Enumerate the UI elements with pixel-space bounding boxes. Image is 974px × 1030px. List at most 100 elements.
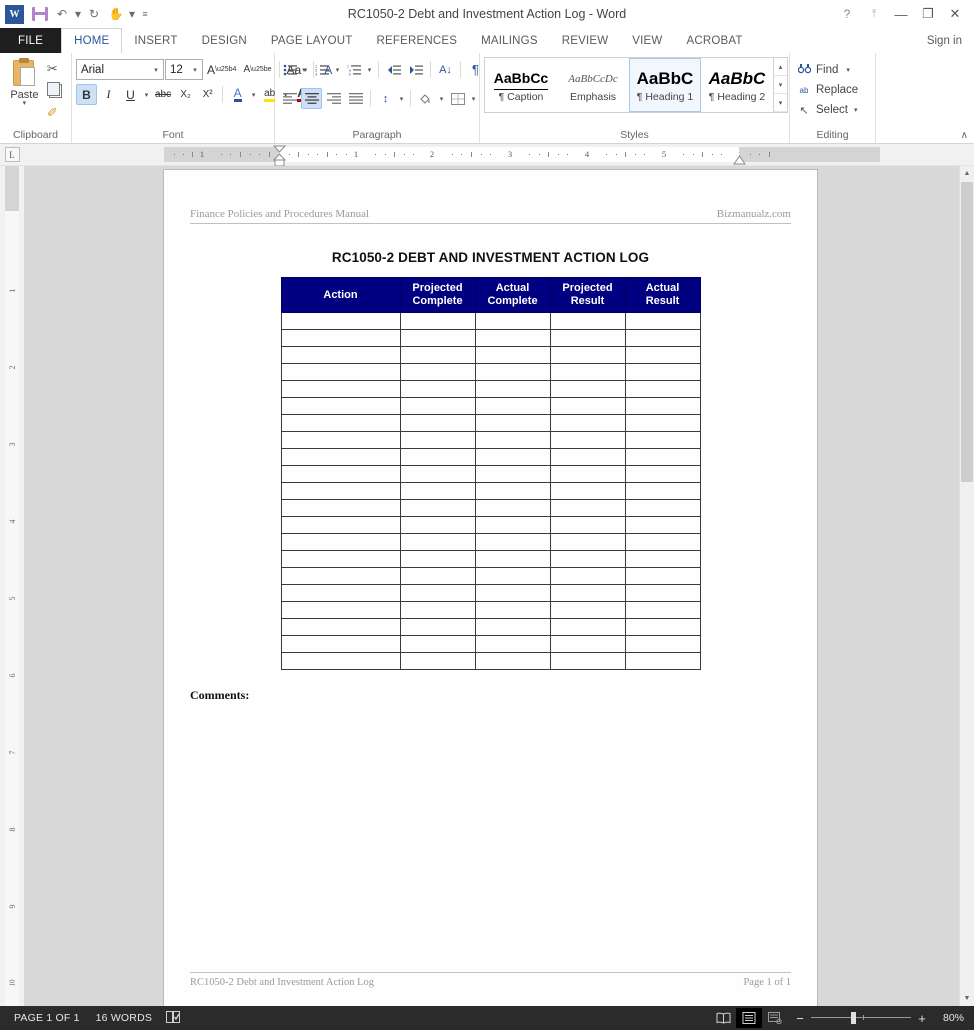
- tab-references[interactable]: REFERENCES: [365, 28, 470, 53]
- tab-mailings[interactable]: MAILINGS: [469, 28, 550, 53]
- copy-button[interactable]: [47, 82, 65, 99]
- bullets-caret-icon[interactable]: ▾: [301, 66, 310, 74]
- table-cell[interactable]: [549, 533, 626, 551]
- table-cell[interactable]: [399, 618, 476, 636]
- table-cell[interactable]: [549, 312, 626, 330]
- table-cell[interactable]: [474, 499, 551, 517]
- table-cell[interactable]: [474, 448, 551, 466]
- shading-button[interactable]: [415, 88, 436, 109]
- table-cell[interactable]: [280, 499, 401, 517]
- table-cell[interactable]: [399, 516, 476, 534]
- tab-view[interactable]: VIEW: [620, 28, 674, 53]
- sign-in-link[interactable]: Sign in: [927, 28, 974, 53]
- table-cell[interactable]: [399, 550, 476, 568]
- table-row[interactable]: [280, 635, 701, 653]
- table-cell[interactable]: [399, 431, 476, 449]
- table-cell[interactable]: [474, 380, 551, 398]
- table-cell[interactable]: [280, 550, 401, 568]
- table-cell[interactable]: [399, 414, 476, 432]
- numbering-caret-icon[interactable]: ▾: [333, 66, 342, 74]
- increase-indent-button[interactable]: [405, 59, 426, 80]
- table-row[interactable]: [280, 465, 701, 483]
- table-cell[interactable]: [624, 329, 701, 347]
- table-cell[interactable]: [280, 431, 401, 449]
- table-cell[interactable]: [549, 448, 626, 466]
- style-emphasis[interactable]: AaBbCcDc Emphasis: [557, 58, 629, 112]
- table-cell[interactable]: [280, 397, 401, 415]
- table-cell[interactable]: [399, 397, 476, 415]
- table-body[interactable]: [280, 312, 701, 670]
- document-canvas[interactable]: Finance Policies and Procedures Manual B…: [24, 166, 959, 1006]
- table-cell[interactable]: [280, 346, 401, 364]
- table-cell[interactable]: [399, 652, 476, 670]
- table-cell[interactable]: [399, 380, 476, 398]
- table-cell[interactable]: [549, 329, 626, 347]
- table-row[interactable]: [280, 584, 701, 602]
- print-layout-button[interactable]: [736, 1008, 762, 1028]
- table-cell[interactable]: [549, 618, 626, 636]
- table-cell[interactable]: [624, 635, 701, 653]
- multilevel-caret-icon[interactable]: ▾: [365, 66, 374, 74]
- tab-insert[interactable]: INSERT: [122, 28, 189, 53]
- table-cell[interactable]: [474, 516, 551, 534]
- table-cell[interactable]: [549, 346, 626, 364]
- ribbon-display-options-icon[interactable]: ⤒: [861, 3, 887, 25]
- table-cell[interactable]: [399, 465, 476, 483]
- table-cell[interactable]: [474, 346, 551, 364]
- action-log-table[interactable]: Action Projected Complete Actual Complet…: [280, 277, 701, 670]
- table-cell[interactable]: [549, 431, 626, 449]
- font-size-caret-icon[interactable]: ▾: [188, 66, 202, 74]
- table-cell[interactable]: [474, 414, 551, 432]
- font-name-combo[interactable]: Arial ▾: [76, 59, 164, 80]
- table-cell[interactable]: [624, 397, 701, 415]
- save-icon[interactable]: [30, 4, 50, 24]
- table-cell[interactable]: [624, 448, 701, 466]
- text-effects-caret-icon[interactable]: ▾: [249, 91, 258, 99]
- table-cell[interactable]: [549, 584, 626, 602]
- bold-button[interactable]: B: [76, 84, 97, 105]
- table-cell[interactable]: [624, 363, 701, 381]
- table-cell[interactable]: [624, 584, 701, 602]
- table-row[interactable]: [280, 397, 701, 415]
- horizontal-ruler[interactable]: L 1 1 2 3 4 5: [0, 144, 974, 166]
- text-effects-button[interactable]: A: [227, 84, 248, 105]
- shrink-font-button[interactable]: A \u25be: [240, 59, 274, 80]
- table-row[interactable]: [280, 448, 701, 466]
- right-indent-marker[interactable]: [732, 154, 747, 166]
- table-cell[interactable]: [399, 448, 476, 466]
- table-row[interactable]: [280, 533, 701, 551]
- table-cell[interactable]: [624, 516, 701, 534]
- table-cell[interactable]: [399, 499, 476, 517]
- table-cell[interactable]: [280, 414, 401, 432]
- cut-button[interactable]: ✂: [47, 60, 65, 77]
- table-cell[interactable]: [624, 567, 701, 585]
- format-painter-button[interactable]: ✐: [47, 104, 65, 121]
- table-row[interactable]: [280, 567, 701, 585]
- read-mode-button[interactable]: [710, 1008, 736, 1028]
- underline-button[interactable]: U: [120, 84, 141, 105]
- zoom-slider-thumb[interactable]: [851, 1012, 856, 1024]
- collapse-ribbon-button[interactable]: ∧: [961, 130, 968, 141]
- table-cell[interactable]: [280, 567, 401, 585]
- table-cell[interactable]: [280, 601, 401, 619]
- table-cell[interactable]: [549, 380, 626, 398]
- replace-button[interactable]: ab Replace: [794, 80, 859, 100]
- table-cell[interactable]: [474, 601, 551, 619]
- undo-dropdown-caret-icon[interactable]: ▾: [74, 4, 82, 24]
- scroll-down-arrow-icon[interactable]: ▼: [960, 991, 974, 1006]
- table-cell[interactable]: [280, 448, 401, 466]
- zoom-slider[interactable]: [811, 1011, 911, 1025]
- shading-caret-icon[interactable]: ▾: [437, 95, 446, 103]
- bullets-button[interactable]: [279, 59, 300, 80]
- table-cell[interactable]: [280, 533, 401, 551]
- page-footer[interactable]: RC1050-2 Debt and Investment Action Log …: [190, 972, 791, 988]
- table-cell[interactable]: [399, 346, 476, 364]
- table-cell[interactable]: [624, 550, 701, 568]
- table-cell[interactable]: [474, 465, 551, 483]
- touch-mode-caret-icon[interactable]: ▾: [128, 4, 136, 24]
- tab-page-layout[interactable]: PAGE LAYOUT: [259, 28, 365, 53]
- table-row[interactable]: [280, 363, 701, 381]
- table-row[interactable]: [280, 652, 701, 670]
- underline-caret-icon[interactable]: ▾: [142, 91, 151, 99]
- table-cell[interactable]: [549, 550, 626, 568]
